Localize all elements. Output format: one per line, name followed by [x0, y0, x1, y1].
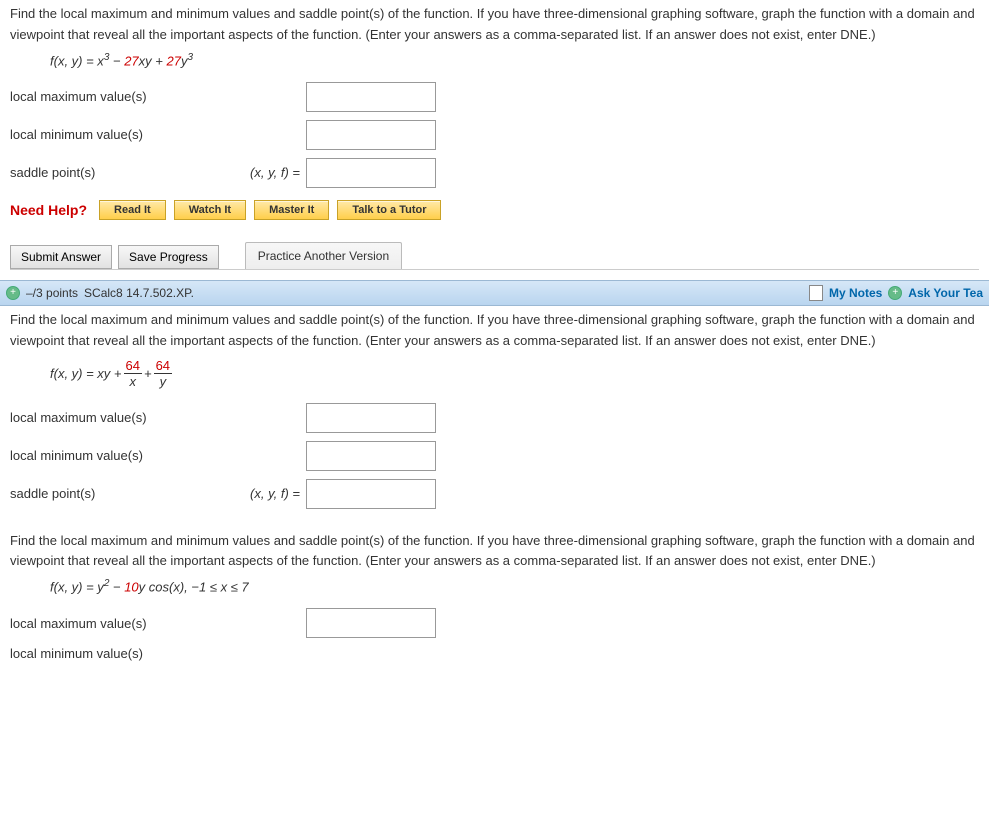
question-2: Find the local maximum and minimum value…: [0, 306, 989, 527]
talk-tutor-button[interactable]: Talk to a Tutor: [337, 200, 441, 220]
q2-saddle-row: saddle point(s) (x, y, f) =: [10, 479, 979, 509]
q1-saddle-row: saddle point(s) (x, y, f) =: [10, 158, 979, 188]
watch-it-button[interactable]: Watch It: [174, 200, 246, 220]
q1-prompt: Find the local maximum and minimum value…: [10, 4, 979, 46]
plus-icon[interactable]: +: [888, 286, 902, 300]
q2-formula: f(x, y) = xy + 64 x + 64 y: [50, 358, 979, 389]
q2-saddle-input[interactable]: [306, 479, 436, 509]
points-label: –/3 points: [26, 286, 78, 300]
q2-saddle-mid: (x, y, f) =: [210, 486, 306, 501]
q3-localmax-input[interactable]: [306, 608, 436, 638]
q2-saddle-label: saddle point(s): [10, 486, 210, 501]
q3-localmin-label: local minimum value(s): [10, 646, 210, 661]
q1-saddle-mid: (x, y, f) =: [210, 165, 306, 180]
q2-frac1: 64 x: [124, 358, 142, 389]
ref-label: SCalc8 14.7.502.XP.: [84, 286, 194, 300]
q1-localmax-label: local maximum value(s): [10, 89, 210, 104]
q1-localmax-input[interactable]: [306, 82, 436, 112]
q2-localmax-input[interactable]: [306, 403, 436, 433]
note-icon[interactable]: [809, 285, 823, 301]
read-it-button[interactable]: Read It: [99, 200, 166, 220]
need-help-label: Need Help?: [10, 202, 87, 218]
q2-localmin-input[interactable]: [306, 441, 436, 471]
q3-formula: f(x, y) = y2 − 10y cos(x), −1 ≤ x ≤ 7: [50, 578, 979, 594]
practice-another-button[interactable]: Practice Another Version: [245, 242, 402, 269]
q2-localmax-label: local maximum value(s): [10, 410, 210, 425]
q2-localmax-row: local maximum value(s): [10, 403, 979, 433]
expand-icon[interactable]: +: [6, 286, 20, 300]
master-it-button[interactable]: Master It: [254, 200, 329, 220]
q3-localmax-row: local maximum value(s): [10, 608, 979, 638]
question-header: + –/3 points SCalc8 14.7.502.XP. My Note…: [0, 280, 989, 306]
q1-formula: f(x, y) = x3 − 27xy + 27y3: [50, 52, 979, 68]
q2-prompt: Find the local maximum and minimum value…: [10, 310, 979, 352]
q3-prompt: Find the local maximum and minimum value…: [10, 531, 979, 573]
q1-saddle-label: saddle point(s): [10, 165, 210, 180]
submit-answer-button[interactable]: Submit Answer: [10, 245, 112, 269]
q1-localmin-row: local minimum value(s): [10, 120, 979, 150]
q2-frac2: 64 y: [154, 358, 172, 389]
q1-localmin-input[interactable]: [306, 120, 436, 150]
question-1: Find the local maximum and minimum value…: [0, 0, 989, 280]
q1-localmin-label: local minimum value(s): [10, 127, 210, 142]
action-row: Submit Answer Save Progress Practice Ano…: [10, 242, 979, 270]
question-3: Find the local maximum and minimum value…: [0, 527, 989, 680]
q2-localmin-label: local minimum value(s): [10, 448, 210, 463]
ask-teacher-link[interactable]: Ask Your Tea: [908, 286, 983, 300]
q1-saddle-input[interactable]: [306, 158, 436, 188]
q3-localmin-row: local minimum value(s): [10, 646, 979, 661]
q1-localmax-row: local maximum value(s): [10, 82, 979, 112]
save-progress-button[interactable]: Save Progress: [118, 245, 219, 269]
my-notes-link[interactable]: My Notes: [829, 286, 882, 300]
q3-localmax-label: local maximum value(s): [10, 616, 210, 631]
need-help-row: Need Help? Read It Watch It Master It Ta…: [10, 200, 979, 220]
q2-localmin-row: local minimum value(s): [10, 441, 979, 471]
